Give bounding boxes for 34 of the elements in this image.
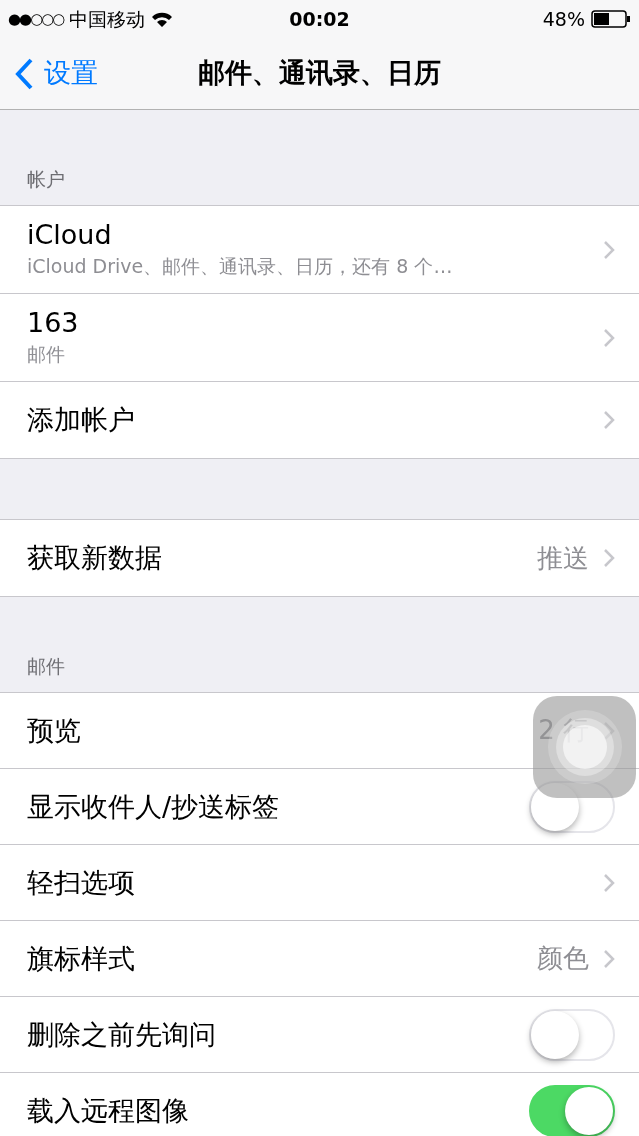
row-label: iCloud <box>27 218 113 253</box>
signal-strength: ●●○○○ <box>8 8 64 30</box>
row-label: 删除之前先询问 <box>27 1017 217 1052</box>
toggle-switch[interactable] <box>529 1085 615 1136</box>
row-subtitle: 邮件 <box>27 342 66 368</box>
assistive-touch-button[interactable] <box>533 696 636 798</box>
page-title: 邮件、通讯录、日历 <box>198 56 441 91</box>
clock: 00:02 <box>288 6 351 32</box>
row-subtitle: iCloud Drive、邮件、通讯录、日历，还有 8 个… <box>27 254 454 280</box>
chevron-icon <box>603 948 615 969</box>
chevron-icon <box>603 872 615 893</box>
battery-icon <box>591 10 631 28</box>
row-label: 添加帐户 <box>27 403 136 437</box>
battery-percent: 48% <box>542 6 585 32</box>
row-label: 获取新数据 <box>27 541 163 575</box>
chevron-icon <box>603 410 615 430</box>
back-chevron-icon <box>14 56 34 91</box>
row-label: 预览 <box>27 713 82 748</box>
section-header: 邮件 <box>27 653 65 679</box>
row-label: 载入远程图像 <box>27 1094 190 1128</box>
wifi-icon <box>151 11 174 27</box>
row-value: 推送 <box>537 541 589 575</box>
chevron-icon <box>603 720 615 741</box>
row-label: 163 <box>27 306 80 341</box>
row-label: 显示收件人/抄送标签 <box>27 789 281 824</box>
chevron-icon <box>603 239 615 260</box>
back-button[interactable]: 设置 <box>0 53 98 94</box>
section-header: 帐户 <box>27 166 65 192</box>
chevron-icon <box>603 327 615 348</box>
carrier-name: 中国移动 <box>69 6 146 32</box>
chevron-icon <box>603 548 615 568</box>
row-label: 轻扫选项 <box>27 865 136 900</box>
row-label: 旗标样式 <box>27 941 136 976</box>
row-value: 颜色 <box>537 942 589 975</box>
